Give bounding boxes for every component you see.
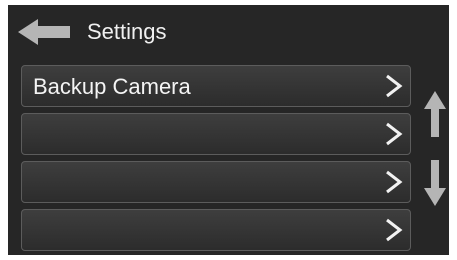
page-title: Settings <box>87 19 167 44</box>
scroll-down-button[interactable] <box>424 160 446 206</box>
arrow-down-icon <box>424 160 446 206</box>
chevron-right-icon <box>383 121 405 147</box>
menu-item-label: Backup Camera <box>33 74 191 99</box>
chevron-right-icon <box>383 217 405 243</box>
scroll-up-button[interactable] <box>424 91 446 137</box>
settings-screen: Settings Backup Camera <box>8 5 449 255</box>
chevron-right-icon <box>383 73 405 99</box>
menu-item-4[interactable] <box>21 209 411 251</box>
back-arrow-icon <box>18 19 70 45</box>
header: Settings <box>8 5 449 59</box>
arrow-up-icon <box>424 91 446 137</box>
back-button[interactable] <box>18 19 70 45</box>
menu-item-backup-camera[interactable]: Backup Camera <box>21 65 411 107</box>
menu-item-3[interactable] <box>21 161 411 203</box>
menu-item-2[interactable] <box>21 113 411 155</box>
chevron-right-icon <box>383 169 405 195</box>
